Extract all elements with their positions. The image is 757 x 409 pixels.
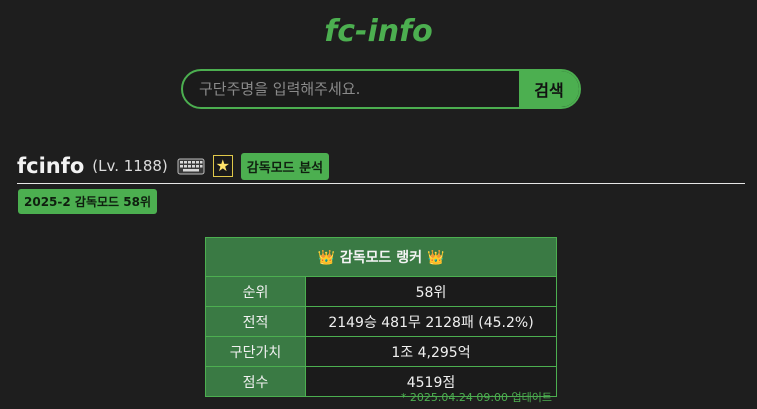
table-row: 구단가치 1조 4,295억 bbox=[205, 336, 557, 367]
star-icon: ★ bbox=[212, 155, 233, 177]
search-button[interactable]: 검색 bbox=[519, 71, 579, 107]
table-row: 순위 58위 bbox=[205, 276, 557, 307]
divider bbox=[17, 183, 745, 184]
site-logo[interactable]: fc-info bbox=[0, 14, 757, 49]
search-input[interactable] bbox=[183, 71, 519, 107]
row-label: 구단가치 bbox=[205, 336, 306, 367]
ranker-table: 👑 감독모드 랭커 👑 순위 58위 전적 2149승 481무 2128패 (… bbox=[205, 237, 557, 397]
ranker-table-title: 👑 감독모드 랭커 👑 bbox=[205, 237, 557, 277]
row-value: 1조 4,295억 bbox=[305, 336, 557, 367]
table-row: 전적 2149승 481무 2128패 (45.2%) bbox=[205, 306, 557, 337]
row-label: 점수 bbox=[205, 366, 306, 397]
row-label: 전적 bbox=[205, 306, 306, 337]
player-name: fcinfo bbox=[17, 154, 85, 178]
row-label: 순위 bbox=[205, 276, 306, 307]
season-rank-badge: 2025-2 감독모드 58위 bbox=[18, 189, 157, 214]
player-level: (Lv. 1188) bbox=[92, 157, 168, 175]
row-value: 58위 bbox=[305, 276, 557, 307]
update-timestamp: * 2025.04.24 09:00 업데이트 bbox=[400, 391, 552, 404]
profile-header: fcinfo (Lv. 1188) ★ 감독모드 분석 bbox=[17, 150, 330, 182]
analysis-button[interactable]: 감독모드 분석 bbox=[240, 152, 330, 180]
row-value: 2149승 481무 2128패 (45.2%) bbox=[305, 306, 557, 337]
search-bar: 검색 bbox=[181, 69, 581, 109]
keyboard-icon bbox=[177, 156, 205, 176]
